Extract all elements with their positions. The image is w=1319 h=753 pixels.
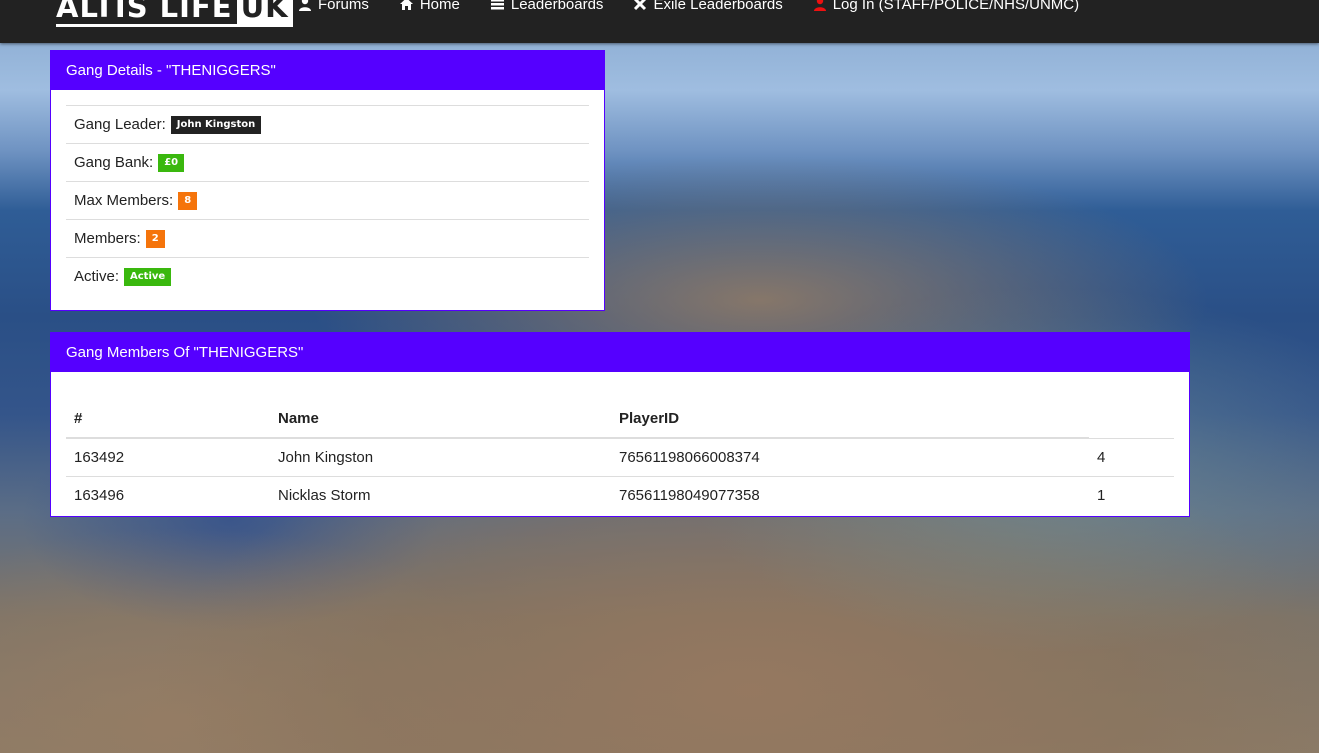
gang-details-panel: Gang Details - "THENIGGERS" Gang Leader:… (50, 50, 605, 311)
cell-playerid: 76561198049077358 (611, 476, 1089, 514)
column-header-name: Name (270, 387, 611, 439)
brand-main-text: ALTIS LIFE (56, 0, 233, 24)
gang-bank-badge: £0 (158, 153, 185, 172)
table-header-row: # Name PlayerID (66, 387, 1174, 439)
detail-label: Gang Leader: (74, 116, 166, 133)
members-count-badge: 2 (145, 229, 165, 248)
members-row: Members: 2 (66, 220, 589, 258)
detail-label: Gang Bank: (74, 154, 154, 171)
top-navbar: ALTIS LIFE UK Forums Home Leaderboards Ex… (0, 0, 1319, 43)
detail-label: Max Members: (74, 192, 174, 209)
cell-name: John Kingston (270, 437, 611, 477)
nav-link-home[interactable]: Home (399, 0, 460, 14)
panel-title: Gang Details - "THENIGGERS" (51, 51, 604, 90)
nav-links: Forums Home Leaderboards Exile Leaderboa… (298, 0, 1109, 14)
nav-link-label: Exile Leaderboards (653, 0, 783, 13)
cell-playerid: 76561198066008374 (611, 437, 1089, 477)
nav-link-exile-leaderboards[interactable]: Exile Leaderboards (633, 0, 783, 14)
user-icon (298, 0, 312, 11)
gang-leader-row: Gang Leader: John Kingston (66, 106, 589, 144)
max-members-row: Max Members: 8 (66, 182, 589, 220)
max-members-badge: 8 (178, 191, 198, 210)
gang-members-panel: Gang Members Of "THENIGGERS" # Name Play… (50, 332, 1190, 517)
detail-label: Members: (74, 230, 141, 247)
gang-bank-row: Gang Bank: £0 (66, 144, 589, 182)
cell-number: 163492 (66, 437, 270, 477)
brand-suffix-text: UK (236, 0, 293, 24)
column-header-number: # (66, 387, 270, 439)
cell-rank: 1 (1089, 476, 1174, 514)
nav-link-leaderboards[interactable]: Leaderboards (490, 0, 604, 14)
nav-link-label: Log In (STAFF/POLICE/NHS/UNMC) (832, 0, 1080, 13)
list-icon (490, 0, 505, 11)
cross-icon (633, 0, 647, 11)
active-status-badge: Active (124, 267, 172, 286)
detail-label: Active: (74, 268, 120, 285)
panel-body: Gang Leader: John Kingston Gang Bank: £0… (51, 90, 604, 310)
nav-link-label: Home (419, 0, 460, 13)
nav-link-forums[interactable]: Forums (298, 0, 369, 14)
panel-title: Gang Members Of "THENIGGERS" (51, 333, 1189, 372)
site-logo[interactable]: ALTIS LIFE UK (56, 0, 293, 27)
column-header-extra (1089, 387, 1174, 438)
nav-link-label: Leaderboards (510, 0, 604, 13)
table-row: 163492 John Kingston 76561198066008374 4 (66, 437, 1174, 477)
cell-rank: 4 (1089, 437, 1174, 477)
home-icon (399, 0, 414, 11)
detail-list: Gang Leader: John Kingston Gang Bank: £0… (66, 105, 589, 295)
active-row: Active: Active (66, 258, 589, 295)
nav-link-login[interactable]: Log In (STAFF/POLICE/NHS/UNMC) (813, 0, 1079, 14)
column-header-playerid: PlayerID (611, 387, 1089, 439)
cell-number: 163496 (66, 476, 270, 514)
cell-name: Nicklas Storm (270, 476, 611, 514)
table-row: 163496 Nicklas Storm 76561198049077358 1 (66, 476, 1174, 514)
nav-link-label: Forums (318, 0, 369, 13)
user-icon (813, 0, 827, 11)
panel-body: # Name PlayerID 163492 John Kingston 765… (51, 372, 1189, 529)
gang-leader-badge: John Kingston (170, 115, 262, 134)
members-table: # Name PlayerID 163492 John Kingston 765… (66, 387, 1174, 514)
